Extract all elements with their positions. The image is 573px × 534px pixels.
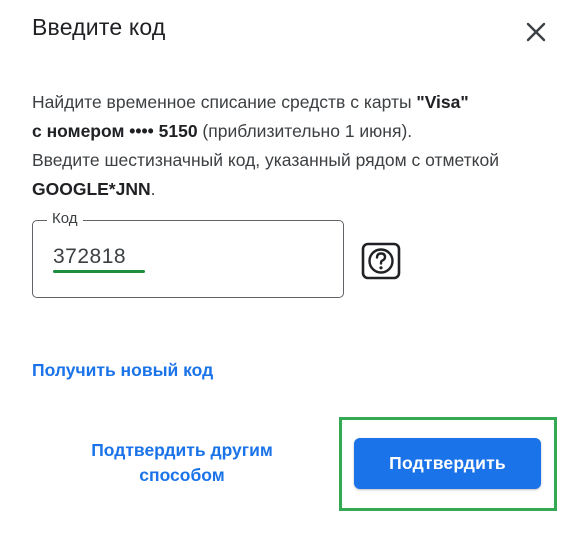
instructions-text: Найдите временное списание средств с кар… [32,88,552,204]
code-underline-highlight [53,270,145,273]
help-button[interactable] [361,242,401,280]
merchant-name: GOOGLE*JNN [32,179,151,199]
instructions-part-1: Найдите временное списание средств с кар… [32,92,417,112]
instructions-date: (приблизительно 1 июня). [197,121,413,141]
instructions-part-4: Введите шестизначный код, указанный рядо… [32,150,500,170]
code-input[interactable] [53,245,313,269]
confirm-button[interactable]: Подтвердить [354,438,541,489]
card-number: с номером •••• 5150 [32,121,198,141]
instructions-period: . [150,179,156,199]
dialog-title: Введите код [32,14,166,40]
close-icon [526,22,546,42]
get-new-code-link[interactable]: Получить новый код [32,360,213,381]
close-button[interactable] [518,14,554,50]
confirm-other-way-button[interactable]: Подтвердить другим способом [74,438,290,488]
verification-dialog: Введите код Найдите временное списание с… [0,0,573,534]
code-field-label: Код [47,210,83,227]
confirm-other-way-line-2: способом [139,465,225,485]
confirm-other-way-line-1: Подтвердить другим [91,440,273,460]
code-field[interactable]: Код [32,210,344,298]
help-icon [361,242,401,280]
card-brand: "Visa" [416,92,469,112]
